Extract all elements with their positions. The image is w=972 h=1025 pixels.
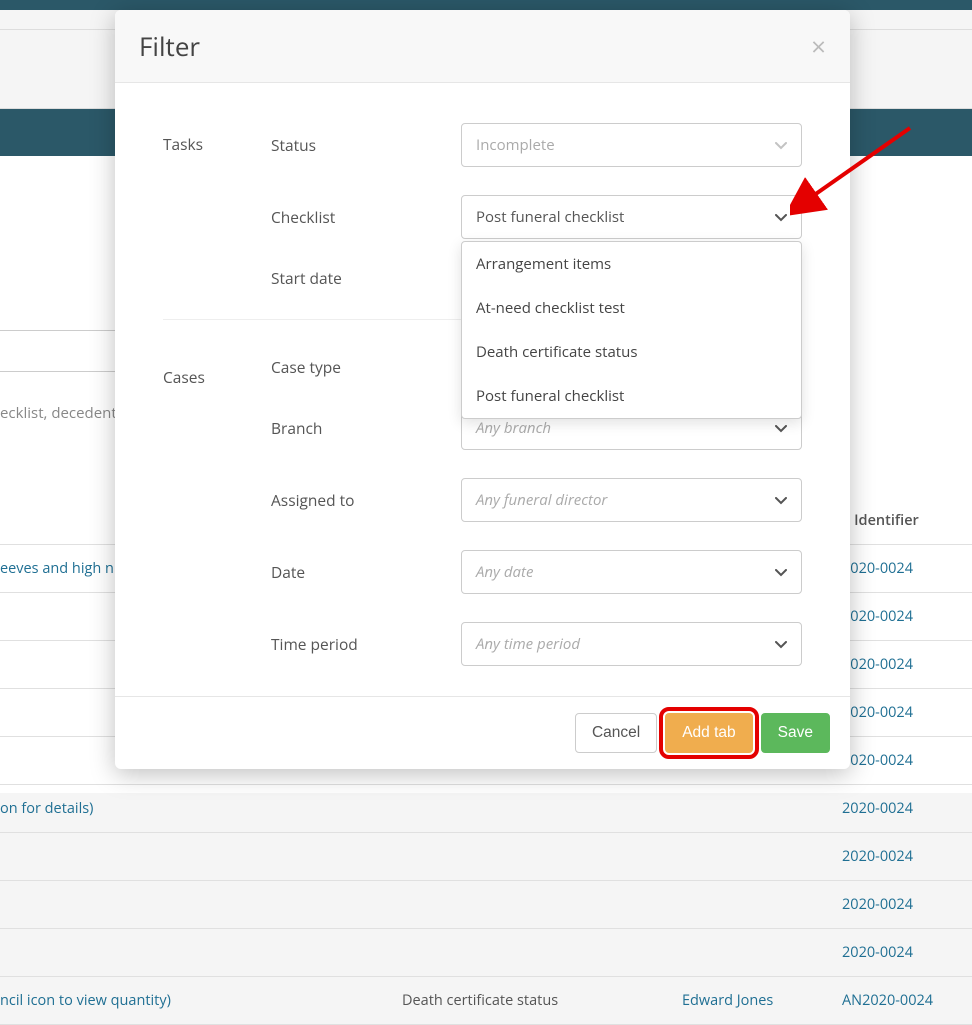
field-assigned-to: Assigned to Any funeral director — [271, 478, 802, 522]
select-time-period[interactable]: Any time period — [461, 622, 802, 666]
cell-identifier: 2020-0024 — [842, 655, 972, 674]
label-branch: Branch — [271, 417, 449, 439]
cell-checklist: Death certificate status — [402, 991, 682, 1010]
cell-task: ncil icon to view quantity) — [0, 991, 402, 1010]
chevron-down-icon — [775, 419, 787, 437]
cell-checklist — [402, 847, 682, 866]
annotation-arrow-icon — [790, 118, 930, 218]
save-button[interactable]: Save — [761, 713, 830, 753]
bg-th-identifier: e Identifier — [842, 511, 972, 530]
cell-checklist — [402, 895, 682, 914]
modal-header: Filter × — [115, 10, 850, 83]
section-tasks: Tasks Status Incomplete Checklist — [163, 123, 802, 289]
chevron-down-icon — [775, 563, 787, 581]
field-time-period: Time period Any time period — [271, 622, 802, 666]
cell-decedent — [682, 847, 842, 866]
select-date[interactable]: Any date — [461, 550, 802, 594]
chevron-down-icon — [775, 136, 787, 154]
cell-decedent — [682, 799, 842, 818]
select-time-period-placeholder: Any time period — [476, 634, 580, 654]
cell-identifier: 2020-0024 — [842, 751, 972, 770]
select-status-value: Incomplete — [476, 135, 555, 155]
select-branch-placeholder: Any branch — [476, 418, 551, 438]
select-assigned-to-placeholder: Any funeral director — [476, 490, 607, 510]
table-row[interactable]: ncil icon to view quantity)Death certifi… — [0, 977, 972, 1025]
table-row[interactable]: 2020-0024 — [0, 929, 972, 977]
modal-footer: Cancel Add tab Save — [115, 696, 850, 769]
label-checklist: Checklist — [271, 206, 449, 228]
modal-title: Filter — [139, 28, 200, 64]
table-row[interactable]: 2020-0024 — [0, 833, 972, 881]
cell-checklist — [402, 943, 682, 962]
field-date: Date Any date — [271, 550, 802, 594]
select-checklist-value: Post funeral checklist — [476, 207, 624, 227]
cell-identifier: 2020-0024 — [842, 607, 972, 626]
table-row[interactable]: on for details) 2020-0024 — [0, 785, 972, 833]
cancel-button[interactable]: Cancel — [575, 713, 657, 753]
label-date: Date — [271, 561, 449, 583]
cell-decedent: Edward Jones — [682, 991, 842, 1010]
select-date-placeholder: Any date — [476, 562, 533, 582]
section-label-cases: Cases — [163, 356, 271, 666]
field-status: Status Incomplete — [271, 123, 802, 167]
cell-identifier: 2020-0024 — [842, 895, 972, 914]
field-checklist: Checklist Post funeral checklist Arrange… — [271, 195, 802, 239]
cell-checklist — [402, 799, 682, 818]
label-start-date: Start date — [271, 267, 449, 289]
cell-task — [0, 943, 402, 962]
close-icon[interactable]: × — [811, 33, 826, 59]
add-tab-button[interactable]: Add tab — [665, 713, 752, 753]
select-status[interactable]: Incomplete — [461, 123, 802, 167]
chevron-down-icon — [775, 208, 787, 226]
bg-topbar — [0, 0, 972, 10]
table-row[interactable]: 2020-0024 — [0, 881, 972, 929]
cell-identifier: 2020-0024 — [842, 799, 972, 818]
dropdown-option[interactable]: Arrangement items — [462, 242, 801, 286]
dropdown-option[interactable]: Death certificate status — [462, 330, 801, 374]
cell-task: on for details) — [0, 799, 402, 818]
cell-identifier: 2020-0024 — [842, 559, 972, 578]
section-label-tasks: Tasks — [163, 123, 271, 289]
label-assigned-to: Assigned to — [271, 489, 449, 511]
dropdown-option[interactable]: Post funeral checklist — [462, 374, 801, 418]
filter-modal: Filter × Tasks Status Incomplete — [115, 10, 850, 769]
bg-search-input[interactable] — [0, 330, 120, 372]
label-case-type: Case type — [271, 356, 449, 378]
select-checklist[interactable]: Post funeral checklist — [461, 195, 802, 239]
cell-identifier: AN2020-0024 — [842, 991, 972, 1010]
select-assigned-to[interactable]: Any funeral director — [461, 478, 802, 522]
label-time-period: Time period — [271, 633, 449, 655]
cell-task — [0, 895, 402, 914]
cell-identifier: 2020-0024 — [842, 943, 972, 962]
cell-decedent — [682, 943, 842, 962]
modal-body: Tasks Status Incomplete Checklist — [115, 83, 850, 696]
chevron-down-icon — [775, 491, 787, 509]
cell-identifier: 2020-0024 — [842, 847, 972, 866]
label-status: Status — [271, 134, 449, 156]
cell-decedent — [682, 895, 842, 914]
checklist-dropdown: Arrangement items At-need checklist test… — [461, 241, 802, 419]
dropdown-option[interactable]: At-need checklist test — [462, 286, 801, 330]
cell-identifier: 2020-0024 — [842, 703, 972, 722]
cell-task — [0, 847, 402, 866]
chevron-down-icon — [775, 635, 787, 653]
bg-search-hint: ecklist, decedent — [0, 403, 117, 423]
